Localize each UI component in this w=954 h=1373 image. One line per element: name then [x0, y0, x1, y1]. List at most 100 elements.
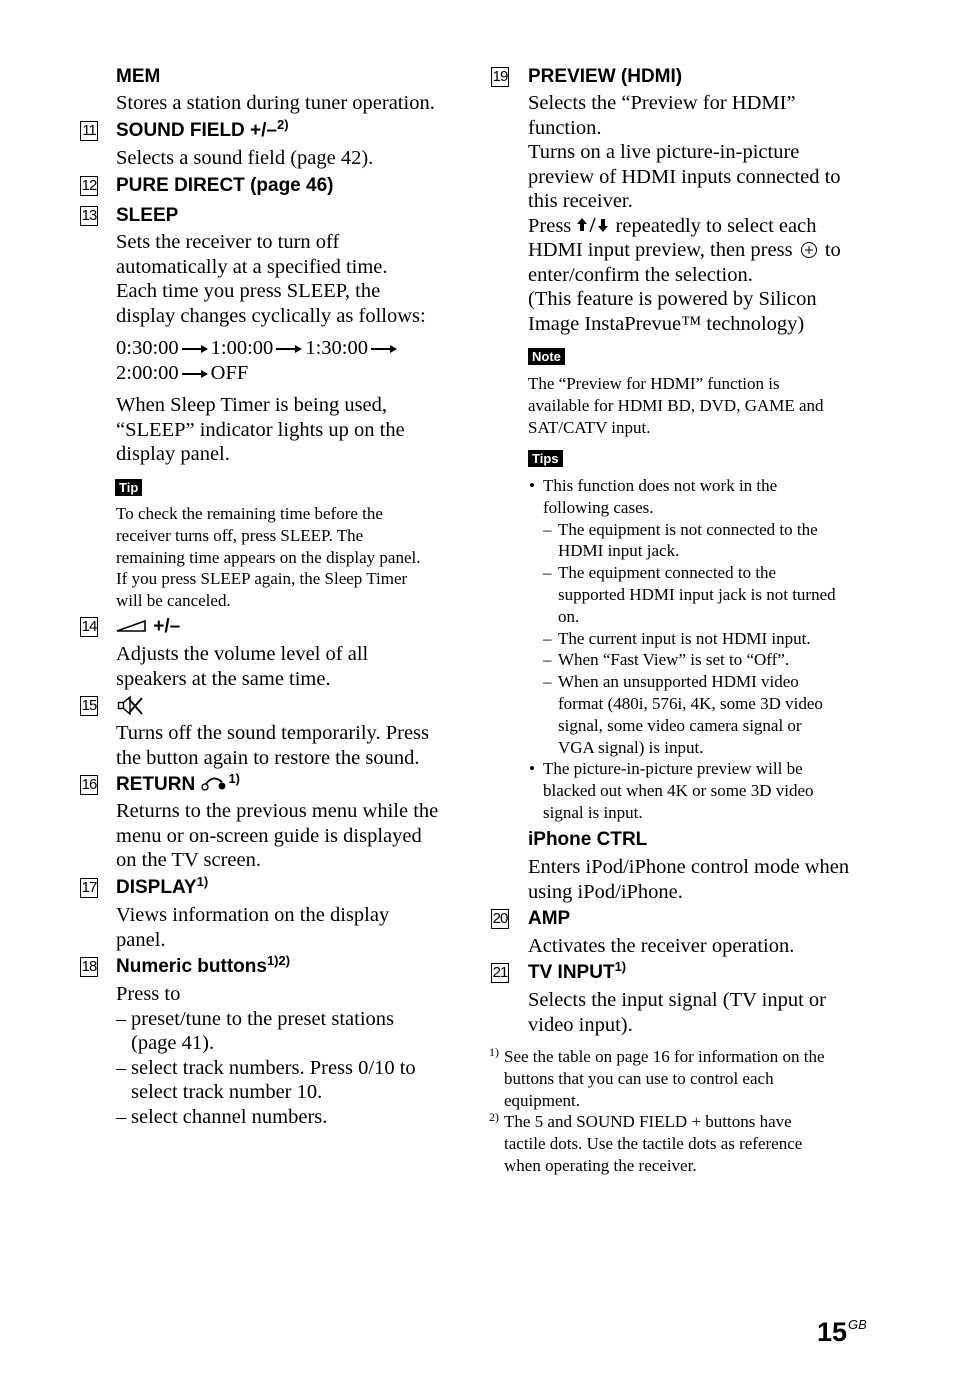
text-line: function.	[528, 116, 602, 139]
dash-marker: –	[543, 563, 552, 583]
dash-marker: –	[543, 672, 552, 692]
display-title: DISPLAY1)	[116, 875, 208, 899]
dash-marker: –	[543, 650, 552, 670]
text-line: 0:30:00 1:00:00 1:30:00	[116, 336, 466, 361]
footnote: 1) See the table on page 16 for informat…	[489, 1045, 869, 1111]
pure-direct-title: PURE DIRECT (page 46)	[116, 175, 334, 196]
list-item: – select track numbers. Press 0/10 to se…	[116, 1056, 466, 1105]
text-line: “SLEEP” indicator lights up on the	[116, 418, 405, 441]
arrow-right-icon	[370, 344, 397, 354]
text-line: buttons that you can use to control each	[504, 1068, 774, 1088]
text-line: equipment.	[504, 1090, 581, 1110]
text-line: To check the remaining time before the	[116, 504, 383, 523]
preview-hdmi-title: PREVIEW (HDMI)	[528, 66, 683, 87]
text-line: using iPod/iPhone.	[528, 880, 683, 903]
cycle-step: 0:30:00	[116, 337, 179, 359]
sub-list-item: – The equipment is not connected to the …	[543, 519, 873, 563]
text-line: will be canceled.	[116, 591, 231, 611]
display-label: DISPLAY	[116, 877, 197, 898]
display-desc: Views information on the display panel.	[116, 903, 466, 952]
dash-marker: –	[543, 628, 552, 648]
footnote-ref: 1)	[228, 771, 241, 786]
item-number-12: 12	[80, 176, 98, 196]
text-line: Views information on the display	[116, 904, 390, 926]
sound-field-desc: Selects a sound field (page 42).	[116, 147, 374, 169]
return-icon	[201, 777, 226, 791]
footnote-mark: 1)	[489, 1045, 499, 1059]
text-line: video input).	[528, 1013, 633, 1036]
footnote-ref: 2)	[277, 117, 289, 132]
text-line: supported HDMI input jack is not turned	[558, 584, 836, 604]
sleep-cycle: 0:30:00 1:00:00 1:30:00 2:00:00 OFF	[116, 336, 466, 385]
page-number-value: 15	[817, 1317, 848, 1347]
return-desc: Returns to the previous menu while the m…	[116, 799, 466, 873]
amp-desc: Activates the receiver operation.	[528, 935, 795, 957]
text-line: when operating the receiver.	[504, 1155, 697, 1175]
sleep-title: SLEEP	[116, 205, 179, 226]
text-line: on.	[558, 606, 580, 626]
cycle-step: 1:00:00	[210, 337, 274, 359]
mute-desc: Turns off the sound temporarily. Press t…	[116, 721, 466, 770]
text-line: The picture-in-picture preview will be	[543, 759, 803, 779]
text-line: Press repeatedly to select each	[528, 214, 873, 239]
return-title: RETURN 1)	[116, 771, 241, 796]
text-line: the button again to restore the sound.	[116, 746, 420, 769]
text-line: This function does not work in the	[543, 476, 778, 495]
text-line: menu or on-screen guide is displayed	[116, 824, 422, 847]
text-line: The current input is not HDMI input.	[558, 628, 811, 648]
text-line: following cases.	[543, 497, 654, 517]
text-line: tactile dots. Use the tactile dots as re…	[504, 1134, 803, 1154]
sound-field-label: SOUND FIELD +/–	[116, 120, 277, 141]
text-line: Image InstaPrevue™ technology)	[528, 312, 805, 335]
tv-input-label: TV INPUT	[528, 962, 615, 983]
text-line: enter/confirm the selection.	[528, 263, 753, 286]
text-span: to	[824, 239, 841, 261]
text-line: remaining time appears on the display pa…	[116, 547, 421, 567]
text-line: Each time you press SLEEP, the	[116, 280, 381, 302]
text-line: Selects the input signal (TV input or	[528, 989, 826, 1011]
text-line: (This feature is powered by Silicon	[528, 288, 817, 310]
dash-marker: –	[116, 1007, 127, 1030]
numeric-buttons-label: Numeric buttons	[116, 956, 267, 977]
text-line: If you press SLEEP again, the Sleep Time…	[116, 569, 408, 589]
text-line: Adjusts the volume level of all	[116, 643, 369, 665]
text-line: preview of HDMI inputs connected to	[528, 165, 841, 188]
item-number-21: 21	[491, 963, 509, 983]
sleep-desc: Sets the receiver to turn off automatica…	[116, 230, 466, 328]
text-line: Turns off the sound temporarily. Press	[116, 722, 429, 744]
text-line: Sets the receiver to turn off	[116, 231, 340, 253]
sub-list-item: – The current input is not HDMI input.	[543, 628, 873, 650]
footnotes: 1) See the table on page 16 for informat…	[489, 1045, 869, 1177]
text-line: display panel.	[116, 443, 230, 465]
tv-input-desc: Selects the input signal (TV input or vi…	[528, 988, 873, 1037]
text-line: Turns on a live picture-in-picture	[528, 141, 800, 163]
sleep-desc-2: When Sleep Timer is being used, “SLEEP” …	[116, 393, 466, 467]
iphone-ctrl-desc: Enters iPod/iPhone control mode when usi…	[528, 855, 873, 904]
dash-marker: –	[116, 1056, 127, 1079]
footnote-mark: 2)	[489, 1110, 499, 1125]
mute-icon	[117, 695, 145, 722]
text-line: speakers at the same time.	[116, 667, 331, 690]
tips-list: • This function does not work in the fol…	[528, 475, 873, 824]
iphone-ctrl-title: iPhone CTRL	[528, 829, 648, 850]
item-number-14: 14	[80, 617, 98, 637]
text-line: The equipment connected to the	[558, 563, 777, 583]
arrow-right-icon	[181, 369, 208, 379]
text-line: signal, some video camera signal or	[558, 715, 802, 735]
text-line: receiver turns off, press SLEEP. The	[116, 525, 364, 545]
tv-input-title: TV INPUT1)	[528, 959, 627, 984]
text-line: (page 41).	[131, 1032, 215, 1054]
text-line: When Sleep Timer is being used,	[116, 394, 388, 416]
footnote-ref: 1)	[614, 959, 627, 974]
footnote-ref: 1)2)	[266, 953, 291, 968]
text-line: Press to	[116, 983, 181, 1005]
text-line: VGA signal) is input.	[558, 737, 704, 757]
sound-field-title: SOUND FIELD +/–2)	[116, 117, 289, 142]
sub-list-item: – The equipment connected to the support…	[543, 562, 873, 627]
item-number-15: 15	[80, 696, 98, 716]
sub-list-item: – When “Fast View” is set to “Off”.	[543, 649, 873, 671]
text-line: available for HDMI BD, DVD, GAME and	[528, 395, 824, 415]
dash-marker: –	[543, 519, 552, 539]
text-line: this receiver.	[528, 190, 633, 212]
text-line: blacked out when 4K or some 3D video	[543, 781, 814, 801]
